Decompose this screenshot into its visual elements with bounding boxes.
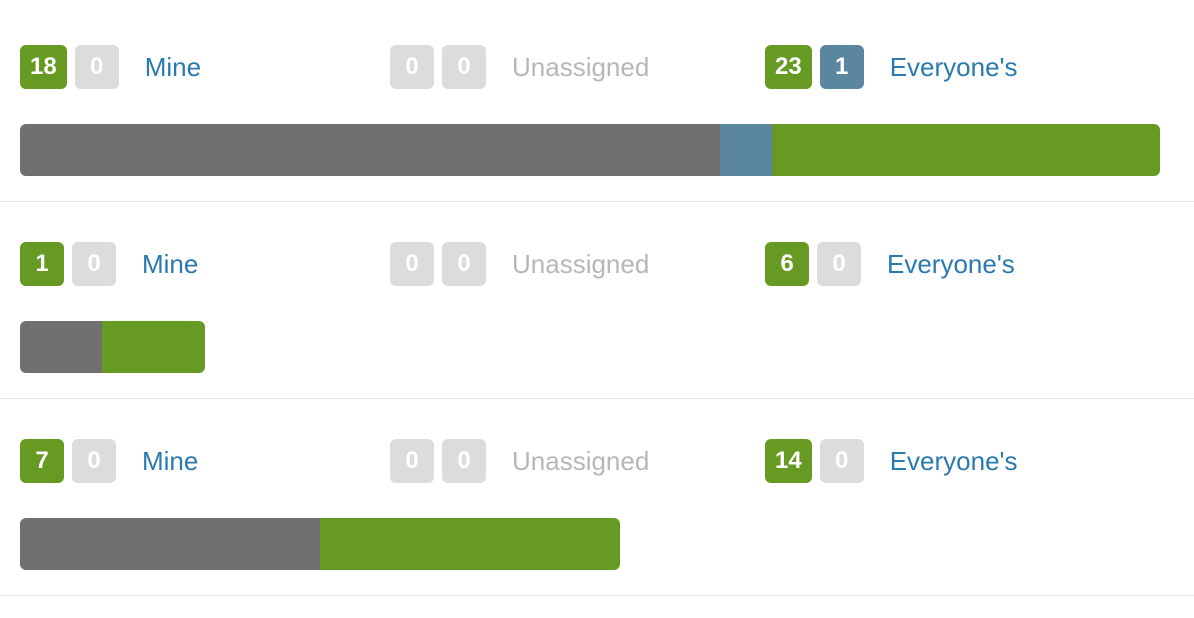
stats-line: 1 0 Mine 0 0 Unassigned 6 0 Everyone's <box>20 242 1174 286</box>
everyone-primary-count: 6 <box>765 242 809 286</box>
mine-secondary-count: 0 <box>75 45 119 89</box>
mine-label[interactable]: Mine <box>142 446 198 477</box>
bar-segment-blue <box>720 124 772 176</box>
group-everyone[interactable]: 14 0 Everyone's <box>765 439 1018 483</box>
everyone-label[interactable]: Everyone's <box>887 249 1015 280</box>
group-unassigned: 0 0 Unassigned <box>390 242 765 286</box>
mine-primary-count: 1 <box>20 242 64 286</box>
everyone-label[interactable]: Everyone's <box>890 52 1018 83</box>
group-mine[interactable]: 18 0 Mine <box>20 45 390 89</box>
group-unassigned: 0 0 Unassigned <box>390 45 765 89</box>
progress-bar <box>20 518 620 570</box>
bar-segment-dark <box>20 518 320 570</box>
unassigned-label: Unassigned <box>512 249 649 280</box>
mine-label[interactable]: Mine <box>145 52 201 83</box>
group-mine[interactable]: 7 0 Mine <box>20 439 390 483</box>
everyone-primary-count: 14 <box>765 439 812 483</box>
mine-primary-count: 18 <box>20 45 67 89</box>
stats-line: 7 0 Mine 0 0 Unassigned 14 0 Everyone's <box>20 439 1174 483</box>
unassigned-secondary-count: 0 <box>442 439 486 483</box>
stats-line: 18 0 Mine 0 0 Unassigned 23 1 Everyone's <box>20 45 1174 89</box>
summary-row: 18 0 Mine 0 0 Unassigned 23 1 Everyone's <box>0 0 1194 202</box>
group-unassigned: 0 0 Unassigned <box>390 439 765 483</box>
bar-segment-green <box>320 518 620 570</box>
mine-label[interactable]: Mine <box>142 249 198 280</box>
bar-segment-green <box>102 321 205 373</box>
group-everyone[interactable]: 23 1 Everyone's <box>765 45 1018 89</box>
unassigned-secondary-count: 0 <box>442 242 486 286</box>
unassigned-secondary-count: 0 <box>442 45 486 89</box>
mine-secondary-count: 0 <box>72 242 116 286</box>
mine-primary-count: 7 <box>20 439 64 483</box>
unassigned-label: Unassigned <box>512 52 649 83</box>
everyone-label[interactable]: Everyone's <box>890 446 1018 477</box>
everyone-secondary-count: 0 <box>820 439 864 483</box>
ticket-summary-list: 18 0 Mine 0 0 Unassigned 23 1 Everyone's… <box>0 0 1194 596</box>
group-mine[interactable]: 1 0 Mine <box>20 242 390 286</box>
everyone-secondary-count: 1 <box>820 45 864 89</box>
mine-secondary-count: 0 <box>72 439 116 483</box>
bar-segment-green <box>772 124 1160 176</box>
unassigned-primary-count: 0 <box>390 242 434 286</box>
group-everyone[interactable]: 6 0 Everyone's <box>765 242 1015 286</box>
unassigned-primary-count: 0 <box>390 439 434 483</box>
progress-bar <box>20 124 1160 176</box>
summary-row: 7 0 Mine 0 0 Unassigned 14 0 Everyone's <box>0 399 1194 596</box>
unassigned-primary-count: 0 <box>390 45 434 89</box>
progress-bar <box>20 321 205 373</box>
unassigned-label: Unassigned <box>512 446 649 477</box>
bar-segment-dark <box>20 321 102 373</box>
summary-row: 1 0 Mine 0 0 Unassigned 6 0 Everyone's <box>0 202 1194 399</box>
bar-segment-dark <box>20 124 720 176</box>
everyone-primary-count: 23 <box>765 45 812 89</box>
everyone-secondary-count: 0 <box>817 242 861 286</box>
